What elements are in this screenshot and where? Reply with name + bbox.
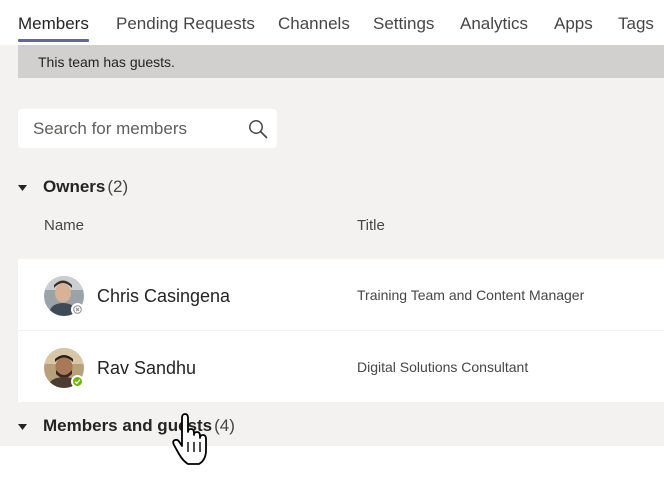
available-presence-icon <box>71 375 84 388</box>
list-footer <box>0 446 664 479</box>
caret-down-icon <box>18 424 27 430</box>
tab-channels[interactable]: Channels <box>278 14 350 43</box>
member-row[interactable]: Chris Casingena Training Team and Conten… <box>18 259 664 330</box>
avatar <box>44 276 84 316</box>
column-header-name: Name <box>44 217 85 234</box>
tab-tags[interactable]: Tags <box>618 14 654 43</box>
member-name: Rav Sandhu <box>97 358 197 378</box>
owners-count: (2) <box>107 177 129 196</box>
member-title: Digital Solutions Consultant <box>357 359 529 375</box>
search-icon[interactable] <box>248 119 268 139</box>
owners-label: Owners <box>43 177 106 196</box>
tab-bar: Members Pending Requests Channels Settin… <box>0 0 664 45</box>
tab-apps[interactable]: Apps <box>554 14 593 43</box>
member-title: Training Team and Content Manager <box>357 287 585 303</box>
members-and-guests-label: Members and guests <box>43 416 213 435</box>
caret-down-icon <box>18 185 27 191</box>
guest-banner-text: This team has guests. <box>38 54 175 70</box>
guest-banner: This team has guests. <box>18 45 664 78</box>
member-search <box>18 109 277 148</box>
tab-members[interactable]: Members <box>18 14 89 43</box>
member-row[interactable]: Rav Sandhu Digital Solutions Consultant <box>18 331 664 402</box>
offline-presence-icon <box>71 303 84 316</box>
tab-pending-requests[interactable]: Pending Requests <box>116 14 255 43</box>
members-and-guests-count: (4) <box>214 416 235 435</box>
search-input[interactable] <box>33 118 233 140</box>
column-header-title: Title <box>357 217 385 234</box>
avatar <box>44 348 84 388</box>
tab-settings[interactable]: Settings <box>373 14 434 43</box>
member-name: Chris Casingena <box>97 286 231 306</box>
tab-analytics[interactable]: Analytics <box>460 14 528 43</box>
